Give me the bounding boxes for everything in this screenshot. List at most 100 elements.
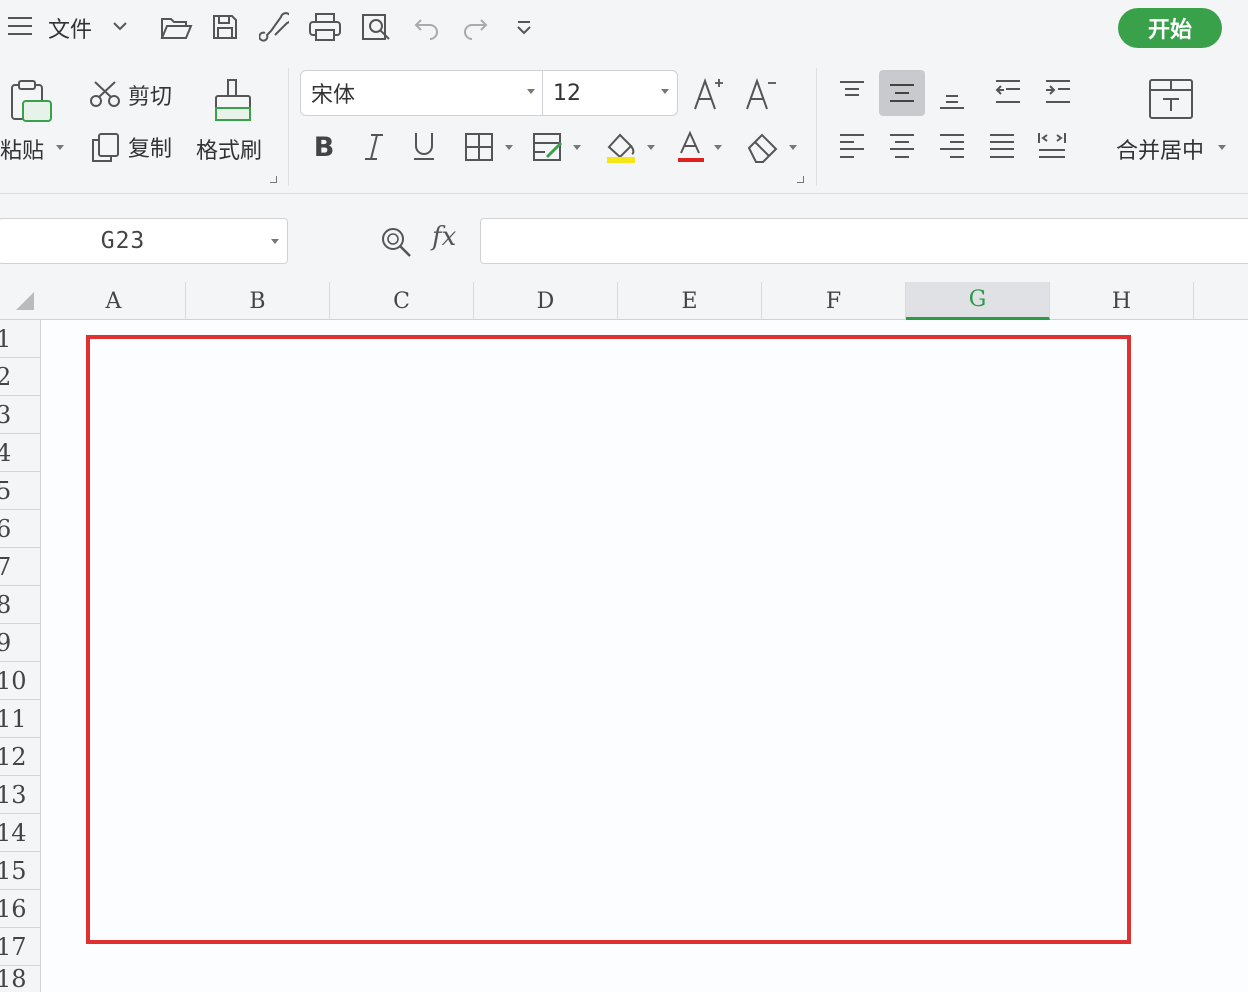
bold-icon[interactable]: B	[308, 130, 340, 164]
row-header[interactable]: 1	[0, 320, 41, 358]
row-number: 4	[0, 439, 11, 467]
row-header[interactable]: 6	[0, 510, 41, 548]
column-header-a[interactable]: A	[42, 282, 186, 320]
zoom-search-icon[interactable]	[378, 224, 414, 260]
row-header[interactable]: 4	[0, 434, 41, 472]
increase-font-size-icon[interactable]	[690, 74, 728, 114]
redo-icon[interactable]	[460, 12, 490, 42]
increase-indent-icon[interactable]	[1038, 72, 1078, 112]
row-number: 13	[0, 780, 27, 809]
font-name-caret-icon	[527, 89, 535, 94]
paste-button[interactable]: 粘贴	[0, 134, 44, 164]
format-painter-button[interactable]: 格式刷	[196, 134, 262, 164]
align-top-icon[interactable]	[832, 72, 872, 112]
row-header[interactable]: 3	[0, 396, 41, 434]
merge-center-caret-icon[interactable]	[1218, 145, 1226, 150]
column-header-g[interactable]: G	[906, 282, 1050, 320]
format-painter-icon[interactable]	[210, 76, 256, 124]
column-header-d[interactable]: D	[474, 282, 618, 320]
row-header[interactable]: 9	[0, 624, 41, 662]
row-header[interactable]: 13	[0, 776, 41, 814]
fill-color-caret-icon[interactable]	[647, 145, 655, 150]
row-header[interactable]: 5	[0, 472, 41, 510]
row-number: 2	[0, 363, 11, 391]
column-header-h[interactable]: H	[1050, 282, 1194, 320]
copy-icon[interactable]	[88, 130, 122, 164]
align-right-icon[interactable]	[932, 126, 972, 166]
print-icon[interactable]	[306, 10, 344, 44]
chevron-down-icon[interactable]	[110, 16, 130, 36]
row-header[interactable]: 14	[0, 814, 41, 852]
menu-icon[interactable]	[6, 14, 34, 38]
row-header[interactable]: 16	[0, 890, 41, 928]
eraser-icon[interactable]	[744, 130, 782, 164]
name-box-caret-icon	[271, 239, 279, 244]
file-menu[interactable]: 文件	[48, 12, 92, 44]
column-header-f[interactable]: F	[762, 282, 906, 320]
customize-dropdown-icon[interactable]	[512, 16, 536, 40]
highlight-rectangle	[86, 335, 1131, 944]
column-header-c[interactable]: C	[330, 282, 474, 320]
font-size-value: 12	[553, 80, 581, 106]
font-expand-icon[interactable]	[797, 176, 804, 183]
row-header[interactable]: 12	[0, 738, 41, 776]
column-header-b[interactable]: B	[186, 282, 330, 320]
font-size-select[interactable]: 12	[542, 70, 678, 116]
start-tab-button[interactable]: 开始	[1118, 8, 1222, 48]
decrease-indent-icon[interactable]	[988, 72, 1028, 112]
font-color-caret-icon[interactable]	[714, 145, 722, 150]
scissors-icon[interactable]	[88, 78, 122, 110]
eraser-caret-icon[interactable]	[789, 145, 797, 150]
merge-center-icon[interactable]	[1146, 76, 1196, 122]
row-header[interactable]: 11	[0, 700, 41, 738]
divider	[816, 68, 817, 186]
borders-caret-icon[interactable]	[505, 145, 513, 150]
row-number: 11	[0, 704, 27, 733]
paste-caret-icon[interactable]	[56, 145, 64, 150]
align-center-icon[interactable]	[882, 126, 922, 166]
name-box[interactable]: G23	[0, 218, 288, 264]
row-header[interactable]: 7	[0, 548, 41, 586]
row-header[interactable]: 10	[0, 662, 41, 700]
copy-button[interactable]: 复制	[128, 132, 172, 162]
align-bottom-icon[interactable]	[932, 76, 972, 116]
distributed-align-icon[interactable]	[1032, 126, 1072, 166]
merge-center-button[interactable]: 合并居中	[1116, 134, 1204, 164]
font-name-select[interactable]: 宋体	[300, 70, 544, 116]
decrease-font-size-icon[interactable]	[742, 74, 780, 114]
underline-icon[interactable]	[408, 128, 440, 164]
cell-style-icon[interactable]	[530, 130, 566, 164]
font-name-value: 宋体	[311, 83, 356, 108]
row-header[interactable]: 18	[0, 966, 41, 992]
clipboard-expand-icon[interactable]	[270, 176, 277, 183]
fill-color-icon[interactable]	[602, 128, 640, 166]
align-middle-icon[interactable]	[879, 70, 925, 116]
open-folder-icon[interactable]	[158, 12, 194, 44]
row-header[interactable]: 8	[0, 586, 41, 624]
save-icon[interactable]	[208, 11, 242, 43]
align-left-icon[interactable]	[832, 126, 872, 166]
font-color-icon[interactable]	[674, 128, 708, 166]
row-header[interactable]: 2	[0, 358, 41, 396]
cell-style-caret-icon[interactable]	[573, 145, 581, 150]
font-size-caret-icon	[661, 89, 669, 94]
row-header[interactable]: 15	[0, 852, 41, 890]
fx-label[interactable]: fx	[432, 222, 456, 252]
row-number: 18	[0, 966, 27, 992]
undo-icon[interactable]	[412, 12, 442, 42]
row-number: 7	[0, 553, 11, 581]
cut-button[interactable]: 剪切	[128, 80, 172, 110]
row-number: 6	[0, 515, 11, 543]
formula-input[interactable]	[480, 218, 1248, 264]
select-all-icon[interactable]	[0, 282, 42, 320]
row-number: 17	[0, 932, 27, 961]
format-brush-icon[interactable]	[258, 10, 290, 44]
column-header-e[interactable]: E	[618, 282, 762, 320]
print-preview-icon[interactable]	[358, 10, 394, 44]
row-number: 16	[0, 894, 27, 923]
italic-icon[interactable]	[358, 130, 390, 164]
paste-icon[interactable]	[6, 76, 56, 126]
borders-icon[interactable]	[462, 130, 496, 164]
justify-icon[interactable]	[982, 126, 1022, 166]
row-header[interactable]: 17	[0, 928, 41, 966]
